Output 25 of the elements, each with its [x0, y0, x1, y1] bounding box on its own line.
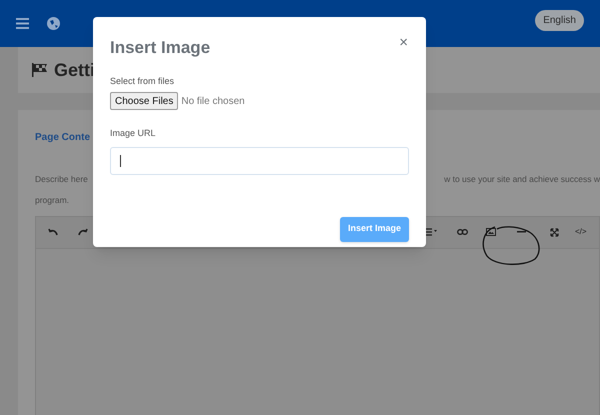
description-text: Describe here	[35, 173, 88, 186]
insert-image-button[interactable]: Insert Image	[340, 216, 409, 242]
fullscreen-icon[interactable]	[550, 228, 559, 236]
section-title: Page Conte	[35, 131, 90, 145]
close-button[interactable]: ×	[399, 35, 408, 50]
link-icon[interactable]	[457, 229, 468, 235]
dialog-title: Insert Image	[110, 37, 210, 59]
language-button[interactable]: English	[535, 10, 584, 31]
image-icon[interactable]	[486, 228, 496, 236]
redo-icon[interactable]	[78, 228, 88, 236]
description-text: program.	[35, 194, 70, 206]
code-view-button[interactable]: </>	[575, 226, 587, 238]
flag-icon	[32, 63, 48, 77]
align-icon[interactable]	[423, 228, 437, 236]
field-label: Select from files	[110, 74, 174, 88]
file-status: No file chosen	[181, 94, 245, 108]
menu-icon[interactable]	[16, 18, 29, 29]
text-cursor	[120, 154, 121, 166]
choose-files-button[interactable]: Choose Files	[110, 92, 178, 110]
field-label: Image URL	[110, 127, 156, 140]
image-url-field[interactable]	[110, 146, 409, 174]
page-title: Getti	[54, 58, 96, 82]
horizontal-rule-icon[interactable]	[517, 231, 526, 233]
undo-icon[interactable]	[48, 228, 58, 236]
description-text: w to use your site and achieve success w	[444, 173, 600, 186]
